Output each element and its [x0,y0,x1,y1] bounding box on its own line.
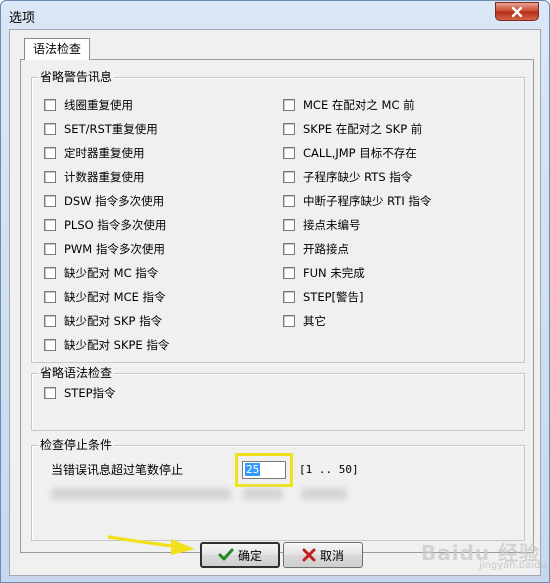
checkbox-call-jmp-missing[interactable]: CALL,JMP 目标不存在 [283,145,417,161]
checkbox-missing-mc[interactable]: 缺少配对 MC 指令 [44,265,158,281]
checkbox-label: 接点未编号 [303,218,361,232]
checkbox-box[interactable] [283,123,295,135]
checkbox-label: FUN 未完成 [303,266,365,280]
checkbox-step-warning[interactable]: STEP[警告] [283,289,364,305]
checkbox-label: DSW 指令多次使用 [64,194,165,208]
ok-button-label: 确定 [237,548,262,563]
checkbox-label: STEP[警告] [303,290,364,304]
checkbox-coil-reuse[interactable]: 线圈重复使用 [44,97,133,113]
checkbox-label: 开路接点 [303,242,349,256]
group-stop-condition-title: 检查停止条件 [38,438,115,452]
checkbox-box[interactable] [283,171,295,183]
checkbox-box[interactable] [44,291,56,303]
checkbox-box[interactable] [44,219,56,231]
checkbox-counter-reuse[interactable]: 计数器重复使用 [44,169,145,185]
checkbox-label: 计数器重复使用 [64,170,145,184]
checkbox-box[interactable] [44,387,56,399]
checkbox-box[interactable] [44,147,56,159]
cancel-button[interactable]: 取消 [283,542,363,568]
checkbox-box[interactable] [283,267,295,279]
blurred-field [243,488,283,500]
arrow-annotation-icon [107,535,195,555]
options-dialog: 选项 语法检查 省略警告讯息 线圈重复使用 SET/RST重复使用 定时器重复使… [0,0,550,583]
blurred-row [51,488,231,500]
max-error-count-input[interactable]: 25 [242,461,286,479]
checkbox-label: 子程序缺少 RTS 指令 [303,170,413,184]
checkbox-missing-skpe[interactable]: 缺少配对 SKPE 指令 [44,337,169,353]
checkbox-pwm-multi[interactable]: PWM 指令多次使用 [44,241,165,257]
checkbox-timer-reuse[interactable]: 定时器重复使用 [44,145,145,161]
checkbox-step-instruction[interactable]: STEP指令 [44,385,116,401]
checkbox-set-rst-reuse[interactable]: SET/RST重复使用 [44,121,158,137]
checkbox-box[interactable] [44,315,56,327]
baidu-watermark-url: jingyan.baidu.com [479,560,550,571]
window-title: 选项 [9,11,36,26]
ok-button[interactable]: 确定 [200,542,280,568]
group-omit-syntax-title: 省略语法检查 [38,366,115,380]
group-omit-warnings-title: 省略警告讯息 [38,70,115,84]
checkbox-box[interactable] [283,291,295,303]
checkbox-label: 缺少配对 SKPE 指令 [64,338,170,352]
checkbox-box[interactable] [44,243,56,255]
tab-syntax-check[interactable]: 语法检查 [24,38,91,60]
checkbox-missing-rti[interactable]: 中断子程序缺少 RTI 指令 [283,193,431,209]
checkbox-label: 定时器重复使用 [64,146,145,160]
checkbox-box[interactable] [44,195,56,207]
checkbox-skpe-before-skp[interactable]: SKPE 在配对之 SKP 前 [283,121,422,137]
checkbox-box[interactable] [283,99,295,111]
checkbox-box[interactable] [283,243,295,255]
max-error-count-value: 25 [245,463,261,476]
checkbox-box[interactable] [44,99,56,111]
blurred-range [301,488,347,500]
checkbox-label: 中断子程序缺少 RTI 指令 [303,194,432,208]
checkbox-dsw-multi[interactable]: DSW 指令多次使用 [44,193,164,209]
group-omit-warnings: 省略警告讯息 线圈重复使用 SET/RST重复使用 定时器重复使用 计数器重复使… [31,70,525,363]
checkbox-box[interactable] [283,219,295,231]
checkbox-missing-skp[interactable]: 缺少配对 SKP 指令 [44,313,162,329]
checkbox-label: STEP指令 [64,386,116,400]
checkbox-box[interactable] [283,315,295,327]
checkbox-label: MCE 在配对之 MC 前 [303,98,415,112]
checkbox-label: SET/RST重复使用 [64,122,158,136]
checkbox-open-contact[interactable]: 开路接点 [283,241,349,257]
checkbox-label: 其它 [303,314,326,328]
close-button[interactable] [495,2,539,21]
checkbox-label: SKPE 在配对之 SKP 前 [303,122,423,136]
checkbox-missing-mce[interactable]: 缺少配对 MCE 指令 [44,289,166,305]
check-icon [218,548,234,561]
cancel-x-icon [302,548,316,562]
checkbox-box[interactable] [44,171,56,183]
checkbox-box[interactable] [44,339,56,351]
checkbox-label: CALL,JMP 目标不存在 [303,146,417,160]
cancel-button-label: 取消 [319,548,344,563]
title-bar[interactable]: 选项 [1,1,549,29]
checkbox-box[interactable] [44,267,56,279]
max-error-label: 当错误讯息超过笔数停止 [51,463,184,477]
checkbox-box[interactable] [283,195,295,207]
checkbox-label: PLSO 指令多次使用 [64,218,167,232]
checkbox-box[interactable] [283,147,295,159]
checkbox-box[interactable] [44,123,56,135]
checkbox-missing-rts[interactable]: 子程序缺少 RTS 指令 [283,169,412,185]
checkbox-label: 缺少配对 MC 指令 [64,266,159,280]
checkbox-fun-incomplete[interactable]: FUN 未完成 [283,265,365,281]
checkbox-other[interactable]: 其它 [283,313,326,329]
checkbox-mce-before-mc[interactable]: MCE 在配对之 MC 前 [283,97,415,113]
checkbox-label: 缺少配对 SKP 指令 [64,314,163,328]
close-icon [511,6,523,17]
checkbox-label: 线圈重复使用 [64,98,133,112]
checkbox-plso-multi[interactable]: PLSO 指令多次使用 [44,217,166,233]
checkbox-unnumbered-contact[interactable]: 接点未编号 [283,217,361,233]
group-omit-syntax-check: 省略语法检查 STEP指令 [31,366,525,431]
checkbox-label: PWM 指令多次使用 [64,242,165,256]
max-error-range: [1 .. 50] [299,463,359,476]
checkbox-label: 缺少配对 MCE 指令 [64,290,166,304]
